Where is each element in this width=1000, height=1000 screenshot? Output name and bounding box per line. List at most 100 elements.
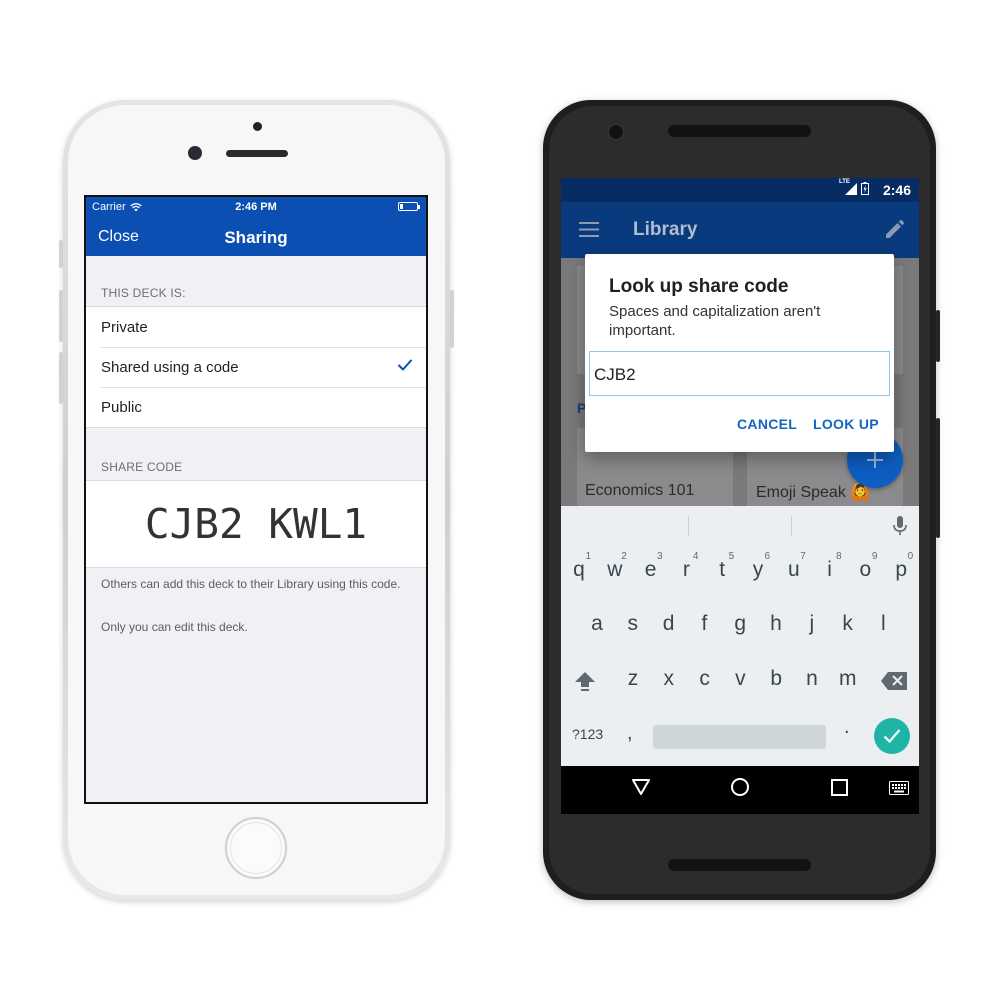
option-label: Shared using a code [101, 358, 239, 376]
key-d[interactable]: d [651, 604, 687, 644]
key-label: e [644, 558, 657, 581]
key-q[interactable]: q1 [561, 550, 597, 590]
key-number-hint: 3 [657, 551, 663, 562]
shift-icon[interactable] [574, 670, 596, 692]
done-key[interactable] [874, 718, 910, 754]
space-bar[interactable] [653, 725, 826, 749]
key-s[interactable]: s [615, 604, 651, 644]
key-g[interactable]: g [722, 604, 758, 644]
status-bar: Carrier 2:46 PM [86, 201, 426, 215]
symbols-key[interactable]: ?123 [572, 726, 603, 742]
navigation-bar [561, 766, 919, 814]
checkmark-icon [398, 359, 412, 371]
earpiece-speaker [226, 150, 288, 157]
back-icon[interactable] [631, 778, 651, 796]
home-icon[interactable] [730, 777, 750, 797]
cancel-button[interactable]: CANCEL [737, 416, 797, 432]
key-number-hint: 6 [764, 551, 770, 562]
plus-icon [867, 452, 883, 468]
share-info-text: Others can add this deck to their Librar… [101, 577, 401, 591]
key-label: a [591, 612, 603, 635]
key-label: p [895, 558, 908, 581]
recents-icon[interactable] [831, 779, 848, 796]
option-label: Public [101, 398, 142, 416]
key-t[interactable]: t5 [704, 550, 740, 590]
mute-switch [59, 240, 63, 268]
key-label: k [842, 612, 853, 635]
app-title: Library [633, 219, 698, 240]
look-up-button[interactable]: LOOK UP [813, 416, 879, 432]
top-speaker [668, 125, 811, 137]
key-z[interactable]: z [615, 659, 651, 699]
key-b[interactable]: b [758, 659, 794, 699]
edit-info-text: Only you can edit this deck. [101, 620, 248, 634]
key-number-hint: 7 [800, 551, 806, 562]
key-x[interactable]: x [651, 659, 687, 699]
backspace-icon[interactable] [881, 672, 907, 690]
status-time: 2:46 [882, 182, 911, 198]
key-label: c [699, 667, 710, 690]
network-type: LTE [839, 179, 850, 185]
key-p[interactable]: p0 [883, 550, 919, 590]
power-button [450, 290, 454, 348]
option-shared-code[interactable]: Shared using a code [86, 347, 426, 387]
key-label: g [734, 612, 747, 635]
key-f[interactable]: f [686, 604, 722, 644]
key-v[interactable]: v [722, 659, 758, 699]
key-a[interactable]: a [579, 604, 615, 644]
key-label: v [735, 667, 746, 690]
dialog-title: Look up share code [609, 276, 789, 297]
key-n[interactable]: n [794, 659, 830, 699]
visibility-options: Private Shared using a code Public [86, 306, 426, 428]
check-icon [883, 729, 901, 744]
android-screen: LTE 2:46 Library P Economics 101 Emoji S… [561, 178, 919, 814]
microphone-icon[interactable] [893, 516, 907, 536]
share-code: CJB2 KWL1 [144, 500, 368, 548]
app-bar: Library [561, 202, 919, 258]
key-h[interactable]: h [758, 604, 794, 644]
deck-visibility-header: THIS DECK IS: [101, 286, 186, 300]
key-l[interactable]: l [865, 604, 901, 644]
key-label: x [663, 667, 675, 690]
key-o[interactable]: o9 [847, 550, 883, 590]
key-label: t [719, 558, 726, 581]
key-label: b [770, 667, 783, 690]
key-m[interactable]: m [830, 659, 866, 699]
key-r[interactable]: r4 [668, 550, 704, 590]
key-number-hint: 9 [871, 551, 878, 562]
key-e[interactable]: e3 [633, 550, 669, 590]
key-number-hint: 0 [907, 551, 914, 562]
keyboard: q1w2e3r4t5y6u7i8o9p0 asdfghjkl zxcvbnm ?… [561, 506, 919, 766]
key-label: z [627, 667, 639, 690]
front-camera [608, 124, 624, 140]
home-button[interactable] [225, 817, 287, 879]
key-i[interactable]: i8 [812, 550, 848, 590]
keyboard-switch-icon[interactable] [889, 781, 909, 795]
key-label: y [752, 558, 764, 581]
share-code-input[interactable]: CJB2 [589, 351, 890, 396]
dialog-message: Spaces and capitalization aren't importa… [609, 303, 821, 339]
proximity-sensor [253, 122, 262, 131]
key-u[interactable]: u7 [776, 550, 812, 590]
key-label: n [806, 667, 818, 690]
key-w[interactable]: w2 [597, 550, 633, 590]
comma-key[interactable]: , [627, 722, 633, 745]
volume-up-button [59, 290, 63, 342]
key-label: d [662, 612, 675, 635]
menu-icon[interactable] [579, 222, 599, 237]
key-number-hint: 4 [692, 551, 699, 562]
key-y[interactable]: y6 [740, 550, 776, 590]
key-j[interactable]: j [794, 604, 830, 644]
option-label: Private [101, 318, 148, 336]
key-c[interactable]: c [687, 659, 723, 699]
period-key[interactable]: . [844, 716, 850, 739]
page-title: Sharing [224, 228, 288, 247]
key-label: l [881, 612, 886, 635]
option-public[interactable]: Public [86, 387, 426, 427]
edit-pencil-icon[interactable] [885, 220, 904, 239]
lookup-dialog: Look up share code Spaces and capitaliza… [585, 254, 894, 452]
key-label: r [682, 558, 690, 581]
key-label: o [859, 558, 872, 581]
key-k[interactable]: k [830, 604, 866, 644]
option-private[interactable]: Private [86, 307, 426, 347]
